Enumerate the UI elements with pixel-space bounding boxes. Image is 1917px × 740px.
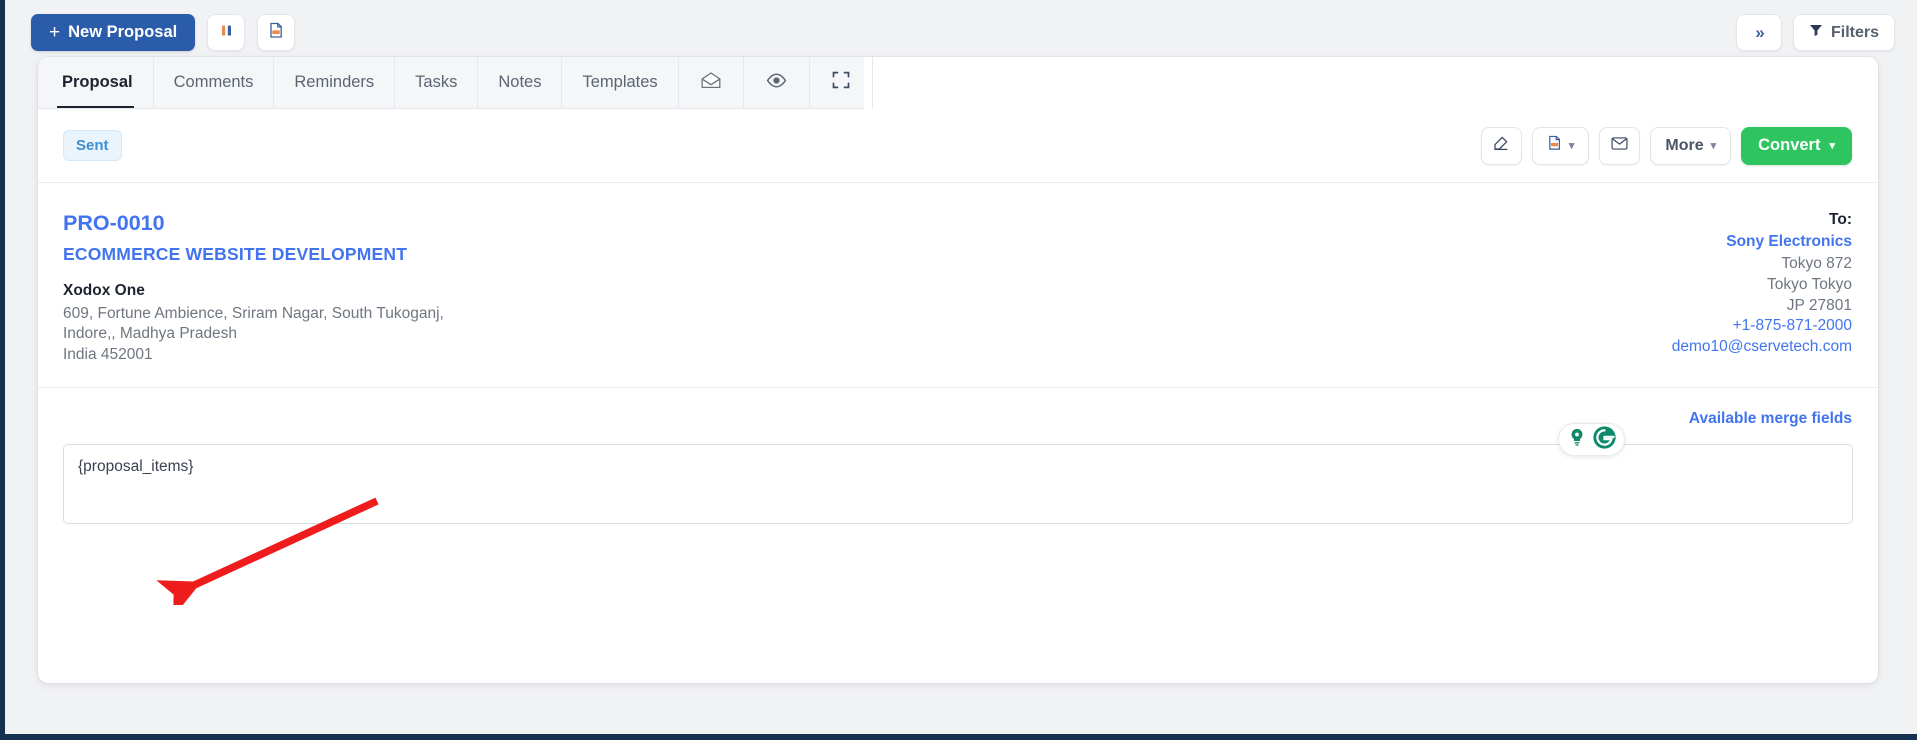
sender-name: Xodox One bbox=[63, 282, 145, 299]
envelope-icon bbox=[1611, 136, 1628, 155]
grammarly-logo-icon[interactable] bbox=[1592, 425, 1617, 455]
tab-fullscreen[interactable] bbox=[810, 57, 873, 108]
tab-comments[interactable]: Comments bbox=[154, 57, 275, 108]
tab-reminders-label: Reminders bbox=[294, 73, 375, 91]
tab-templates-label: Templates bbox=[582, 73, 658, 91]
pdf-dropdown-button[interactable]: ▾ bbox=[1531, 126, 1590, 165]
pdf-file-icon bbox=[1547, 135, 1562, 156]
more-dropdown-button[interactable]: More ▾ bbox=[1650, 126, 1732, 165]
chevron-down-icon: ▾ bbox=[1568, 140, 1575, 152]
tab-comments-label: Comments bbox=[173, 73, 254, 91]
funnel-icon bbox=[1809, 23, 1823, 42]
status-badge: Sent bbox=[63, 130, 122, 161]
proposal-id: PRO-0010 bbox=[63, 211, 165, 235]
recipient-email[interactable]: demo10@cservetech.com bbox=[1672, 337, 1852, 358]
top-toolbar-right: » Filters bbox=[1735, 14, 1895, 51]
more-label: More bbox=[1665, 136, 1704, 154]
sender-address-line: India 452001 bbox=[63, 345, 153, 363]
tab-notes[interactable]: Notes bbox=[478, 57, 563, 108]
proposal-card: Proposal Comments Reminders Tasks Notes … bbox=[38, 57, 1878, 683]
tab-reminders[interactable]: Reminders bbox=[274, 57, 396, 108]
tab-email[interactable] bbox=[679, 57, 744, 108]
workspace: + New Proposal » Filters Proposal Commen… bbox=[5, 0, 1917, 740]
tab-bar: Proposal Comments Reminders Tasks Notes … bbox=[38, 57, 873, 109]
proposal-header: PRO-0010 ECOMMERCE WEBSITE DEVELOPMENT X… bbox=[38, 183, 1878, 389]
new-proposal-label: New Proposal bbox=[68, 23, 178, 41]
bottom-bar bbox=[5, 734, 1917, 740]
top-toolbar: + New Proposal » Filters bbox=[5, 0, 1917, 62]
status-action-row: Sent ▾ More ▾ Convert ▾ bbox=[38, 109, 1878, 183]
expand-sidebar-button[interactable]: » bbox=[1735, 14, 1782, 51]
proposal-body-editor[interactable] bbox=[63, 444, 1853, 525]
sender-address-line: 609, Fortune Ambience, Sriram Nagar, Sou… bbox=[63, 305, 444, 322]
sender-address-line: Indore,, Madhya Pradesh bbox=[63, 325, 238, 343]
lightbulb-icon[interactable] bbox=[1566, 426, 1588, 453]
tab-tasks[interactable]: Tasks bbox=[395, 57, 479, 108]
available-merge-fields-link[interactable]: Available merge fields bbox=[1689, 410, 1852, 427]
top-toolbar-left: + New Proposal bbox=[31, 14, 296, 51]
proposal-from-block: PRO-0010 ECOMMERCE WEBSITE DEVELOPMENT X… bbox=[63, 211, 444, 365]
edit-pencil-icon bbox=[1493, 135, 1509, 156]
grid-view-button[interactable] bbox=[207, 14, 246, 51]
tab-preview[interactable] bbox=[744, 57, 810, 108]
pdf-file-icon bbox=[268, 22, 284, 44]
recipient-phone[interactable]: +1-875-871-2000 bbox=[1672, 316, 1852, 337]
grammarly-widget[interactable] bbox=[1558, 423, 1625, 457]
chevron-down-icon: ▾ bbox=[1829, 140, 1835, 152]
convert-button[interactable]: Convert ▾ bbox=[1741, 126, 1852, 165]
grid-columns-icon bbox=[219, 23, 234, 43]
recipient-address-line: Tokyo 872 bbox=[1781, 255, 1852, 272]
eye-icon bbox=[766, 72, 787, 93]
proposal-title: ECOMMERCE WEBSITE DEVELOPMENT bbox=[63, 244, 408, 264]
export-pdf-button[interactable] bbox=[257, 14, 296, 51]
chevron-down-icon: ▾ bbox=[1710, 140, 1717, 152]
double-chevron-right-icon: » bbox=[1755, 22, 1765, 42]
action-buttons: ▾ More ▾ Convert ▾ bbox=[1480, 126, 1852, 165]
filters-label: Filters bbox=[1830, 23, 1879, 41]
recipient-label: To: bbox=[1829, 211, 1852, 228]
tab-notes-label: Notes bbox=[498, 73, 542, 91]
new-proposal-button[interactable]: + New Proposal bbox=[31, 14, 196, 51]
recipient-name[interactable]: Sony Electronics bbox=[1672, 233, 1852, 251]
tab-templates[interactable]: Templates bbox=[562, 57, 679, 108]
fullscreen-icon bbox=[832, 71, 850, 94]
send-email-button[interactable] bbox=[1599, 126, 1641, 165]
plus-icon: + bbox=[49, 22, 61, 43]
recipient-address-line: Tokyo Tokyo bbox=[1766, 275, 1852, 293]
app-root: + New Proposal » Filters Proposal Commen… bbox=[0, 0, 1917, 740]
convert-label: Convert bbox=[1758, 136, 1821, 154]
recipient-address-line: JP 27801 bbox=[1786, 296, 1852, 314]
editor-container bbox=[38, 423, 1878, 529]
open-envelope-icon bbox=[701, 71, 721, 94]
filters-button[interactable]: Filters bbox=[1792, 14, 1895, 51]
proposal-to-block: To: Sony Electronics Tokyo 872 Tokyo Tok… bbox=[1672, 211, 1852, 365]
tab-tasks-label: Tasks bbox=[415, 73, 458, 91]
edit-button[interactable] bbox=[1480, 126, 1522, 165]
tab-proposal-label: Proposal bbox=[62, 73, 133, 91]
tab-proposal[interactable]: Proposal bbox=[38, 57, 154, 108]
